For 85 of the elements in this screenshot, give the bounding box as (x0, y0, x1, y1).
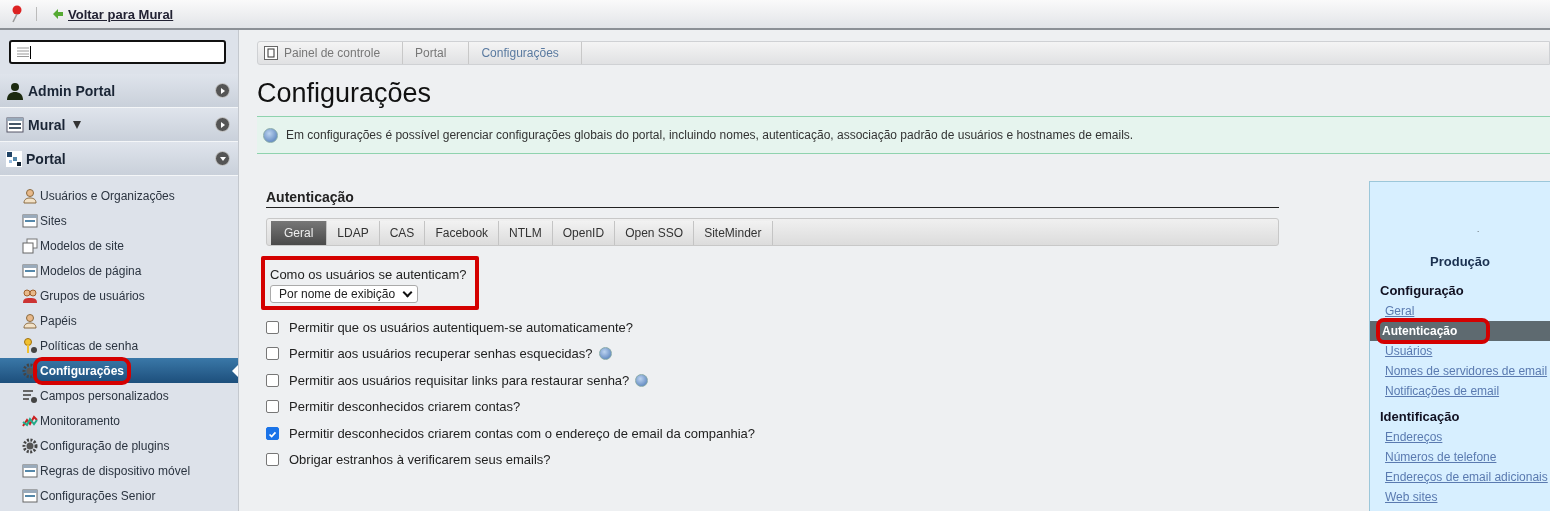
window-icon (6, 116, 24, 133)
tab[interactable]: NTLM (499, 221, 553, 245)
nav-link[interactable]: Web sites (1370, 487, 1550, 507)
checkbox-label: Permitir aos usuários requisitar links para restaurar senha? (289, 372, 630, 388)
person-icon (22, 187, 38, 204)
window-icon (22, 262, 38, 279)
window-icon (22, 462, 38, 479)
checkbox-label: Permitir desconhecidos criarem contas? (289, 399, 521, 415)
section-title: Mural (28, 116, 66, 133)
logo-text: . (1475, 226, 1481, 234)
field-label: Como os usuários se autenticam? (270, 267, 467, 282)
checkbox-label: Obrigar estranhos à verificarem seus emails? (289, 452, 551, 468)
key-icon (22, 337, 38, 354)
tab[interactable]: SiteMinder (694, 221, 773, 245)
nav-link[interactable]: Números de telefone (1370, 447, 1550, 467)
sidebar-item[interactable]: Configurações (0, 358, 238, 383)
nav-link[interactable]: Endereços (1370, 427, 1550, 447)
arrow-left-icon (53, 9, 63, 19)
help-icon (263, 127, 278, 143)
checkbox-label: Permitir desconhecidos criarem contas com o endereço de email da companhia? (289, 425, 756, 441)
checkbox[interactable] (266, 320, 279, 334)
section-heading: Autenticação (266, 189, 1279, 208)
window-icon (22, 212, 38, 229)
search-field[interactable] (9, 40, 226, 64)
checkbox[interactable] (266, 453, 279, 467)
checkbox[interactable] (266, 426, 279, 440)
expand-right-icon[interactable] (215, 117, 230, 132)
panel-icon (264, 46, 278, 60)
pushpin-icon (10, 5, 24, 23)
person-icon (6, 81, 24, 100)
grid-icon (6, 150, 22, 167)
breadcrumb-link[interactable]: Portal (409, 42, 470, 64)
tab[interactable]: OpenID (552, 221, 616, 245)
expand-right-icon[interactable] (215, 83, 230, 98)
breadcrumb-link[interactable]: Configurações (475, 42, 582, 64)
panel-title: Produção (1429, 254, 1491, 269)
group-title: Configuração (1379, 283, 1465, 298)
window-icon (22, 487, 38, 504)
tab[interactable]: Open SSO (615, 221, 695, 245)
person-icon (22, 312, 38, 329)
nav-link[interactable]: Geral (1370, 301, 1550, 321)
help-icon[interactable] (635, 373, 649, 387)
back-link[interactable]: Voltar para Mural (68, 6, 174, 22)
page-title: Configurações (257, 78, 433, 109)
sidebar-item[interactable]: Regras de dispositivo móvel (0, 458, 238, 483)
gear-icon (22, 437, 38, 454)
stacked-windows-icon (22, 237, 38, 254)
help-icon[interactable] (598, 347, 612, 361)
nav-link[interactable]: Nomes de servidores de email (1370, 361, 1550, 381)
people-icon (22, 287, 38, 304)
section-title: Admin Portal (28, 82, 116, 99)
tab[interactable]: CAS (379, 221, 426, 245)
caret-down-icon[interactable] (73, 120, 82, 129)
checkbox-label: Permitir aos usuários recuperar senhas esquecidas? (289, 346, 593, 362)
tab[interactable]: LDAP (327, 221, 380, 245)
sidebar-item[interactable]: Modelos de página (0, 258, 238, 283)
list-gear-icon (22, 387, 38, 404)
sidebar-item[interactable]: Usuários e Organizações (0, 183, 238, 208)
sidebar-item[interactable]: Monitoramento (0, 408, 238, 433)
sidebar-item[interactable]: Configuração de plugins (0, 433, 238, 458)
sidebar-item[interactable]: Modelos de site (0, 233, 238, 258)
info-text: Em configurações é possível gerenciar configurações globais do portal, incluindo nomes, autenticação, associação padrão de usuários e hostnames de emails. (286, 128, 1134, 142)
section-title: Portal (26, 150, 66, 167)
sidebar-item[interactable]: Sites (0, 208, 238, 233)
checkbox[interactable] (266, 400, 279, 414)
nav-link[interactable]: Endereços de email adicionais (1370, 467, 1550, 487)
expand-down-icon[interactable] (215, 151, 230, 166)
tab[interactable]: Geral (271, 221, 328, 245)
sidebar-item[interactable]: Campos personalizados (0, 383, 238, 408)
sidebar-item[interactable]: Papéis (0, 308, 238, 333)
nav-link[interactable]: Autenticação (1370, 321, 1550, 341)
sidebar-item[interactable]: Políticas de senha (0, 333, 238, 358)
checkbox[interactable] (266, 347, 279, 361)
lines-icon (17, 47, 29, 57)
nav-link[interactable]: Usuários (1370, 341, 1550, 361)
checkbox[interactable] (266, 373, 279, 387)
breadcrumb-link[interactable]: Painel de controle (284, 42, 404, 64)
group-title: Identificação (1379, 409, 1461, 424)
tab[interactable]: Facebook (425, 221, 500, 245)
sidebar-item[interactable]: Grupos de usuários (0, 283, 238, 308)
sidebar-item[interactable]: Configurações Senior (0, 483, 238, 508)
checkbox-label: Permitir que os usuários autentiquem-se automaticamente? (289, 319, 633, 335)
nav-link[interactable]: Notificações de email (1370, 381, 1550, 401)
dropdown[interactable]: Por nome de exibição (270, 285, 418, 303)
pointer-icon (232, 365, 238, 377)
